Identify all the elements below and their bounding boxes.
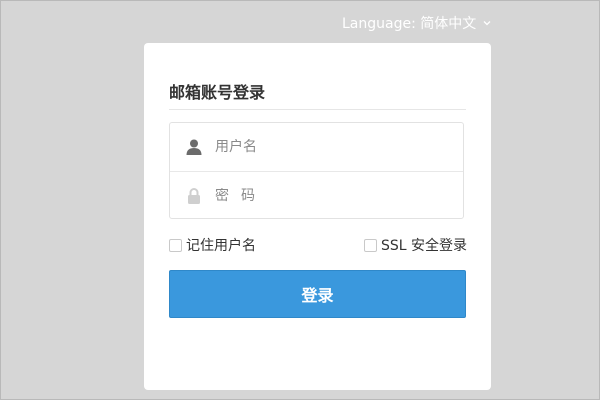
- ssl-login-label: SSL 安全登录: [381, 238, 468, 254]
- username-row: [170, 123, 463, 172]
- remember-username-checkbox[interactable]: [169, 238, 182, 252]
- credentials-group: [169, 122, 464, 219]
- login-card: 邮箱账号登录 记住用户名 SSL 安全: [144, 43, 491, 390]
- chevron-down-icon: [483, 21, 491, 26]
- password-input[interactable]: [215, 188, 435, 204]
- remember-username-label: 记住用户名: [186, 238, 256, 254]
- password-row: [170, 172, 463, 220]
- card-title: 邮箱账号登录: [169, 83, 266, 102]
- language-selector[interactable]: Language: 简体中文: [342, 13, 492, 33]
- user-icon: [185, 138, 203, 156]
- username-input[interactable]: [215, 139, 435, 155]
- ssl-login-checkbox[interactable]: [364, 238, 377, 252]
- ssl-login-option[interactable]: SSL 安全登录: [364, 235, 467, 255]
- login-button[interactable]: 登录: [169, 270, 466, 318]
- title-divider: [169, 109, 466, 110]
- lock-icon: [185, 187, 203, 205]
- remember-username-option[interactable]: 记住用户名: [169, 235, 256, 255]
- language-label: Language: 简体中文: [342, 16, 477, 32]
